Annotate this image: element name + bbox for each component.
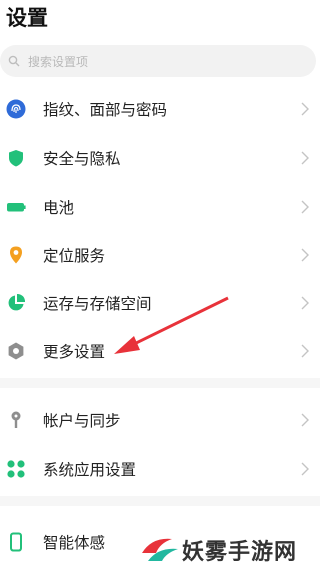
battery-icon bbox=[6, 197, 26, 217]
chevron-right-icon bbox=[301, 344, 309, 358]
watermark-text: 妖雾手游网 bbox=[182, 540, 298, 565]
chevron-right-icon bbox=[301, 413, 309, 427]
settings-item-location[interactable]: 定位服务 bbox=[0, 233, 320, 277]
settings-item-label: 系统应用设置 bbox=[43, 461, 137, 479]
settings-item-more[interactable]: 更多设置 bbox=[0, 329, 320, 373]
pie-chart-icon bbox=[6, 293, 26, 313]
settings-item-label: 运存与存储空间 bbox=[43, 295, 152, 313]
watermark: 妖雾手游网 bbox=[138, 530, 297, 570]
settings-item-security[interactable]: 安全与隐私 bbox=[0, 136, 320, 180]
settings-item-label: 安全与隐私 bbox=[43, 150, 121, 168]
section-divider bbox=[0, 496, 320, 506]
chevron-right-icon bbox=[301, 296, 309, 310]
chevron-right-icon bbox=[301, 102, 309, 116]
page-title: 设置 bbox=[6, 6, 48, 30]
settings-item-label: 定位服务 bbox=[43, 247, 106, 265]
settings-item-storage[interactable]: 运存与存储空间 bbox=[0, 281, 320, 325]
settings-item-label: 电池 bbox=[43, 199, 75, 217]
chevron-right-icon bbox=[301, 248, 309, 262]
settings-item-accounts[interactable]: 帐户与同步 bbox=[0, 398, 320, 442]
chevron-right-icon bbox=[301, 462, 309, 476]
search-input[interactable]: 搜索设置项 bbox=[0, 45, 316, 77]
settings-item-fingerprint[interactable]: 指纹、面部与密码 bbox=[0, 87, 320, 131]
shield-icon bbox=[6, 148, 26, 168]
settings-item-system-apps[interactable]: 系统应用设置 bbox=[0, 447, 320, 491]
section-divider bbox=[0, 378, 320, 388]
gear-icon bbox=[6, 341, 26, 361]
chevron-right-icon bbox=[301, 151, 309, 165]
fingerprint-icon bbox=[6, 99, 26, 119]
location-pin-icon bbox=[6, 245, 26, 265]
search-icon bbox=[8, 55, 20, 67]
chevron-right-icon bbox=[301, 200, 309, 214]
watermark-logo-icon bbox=[142, 538, 178, 561]
settings-item-label: 指纹、面部与密码 bbox=[43, 101, 168, 119]
settings-item-battery[interactable]: 电池 bbox=[0, 185, 320, 229]
settings-item-label: 智能体感 bbox=[43, 534, 106, 552]
apps-grid-icon bbox=[6, 459, 26, 479]
settings-item-label: 更多设置 bbox=[43, 343, 106, 361]
settings-item-label: 帐户与同步 bbox=[43, 412, 121, 430]
phone-outline-icon bbox=[6, 532, 26, 552]
key-icon bbox=[6, 410, 26, 430]
search-placeholder: 搜索设置项 bbox=[28, 54, 89, 69]
